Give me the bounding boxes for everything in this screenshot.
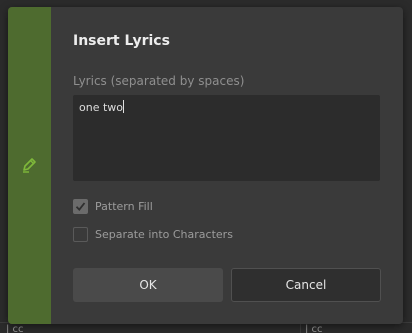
text-caret [123, 100, 125, 113]
separate-characters-option[interactable]: Separate into Characters [73, 227, 233, 242]
dialog-title: Insert Lyrics [73, 33, 170, 49]
dialog-accent-strip [8, 7, 51, 324]
lyrics-text: one two [79, 101, 124, 114]
cancel-button-label: Cancel [285, 278, 327, 292]
separate-characters-label: Separate into Characters [95, 228, 233, 241]
lyrics-field-label: Lyrics (separated by spaces) [73, 74, 245, 88]
ok-button-label: OK [139, 278, 157, 292]
background-label: | cc [305, 324, 323, 333]
ok-button[interactable]: OK [73, 268, 223, 302]
background-label: | cc [6, 324, 24, 333]
pattern-fill-label: Pattern Fill [95, 200, 153, 213]
pattern-fill-option[interactable]: Pattern Fill [73, 199, 153, 214]
pattern-fill-checkbox[interactable] [73, 199, 88, 214]
checkmark-icon [75, 202, 86, 211]
insert-lyrics-dialog: Insert Lyrics Lyrics (separated by space… [8, 7, 403, 324]
pencil-icon [23, 158, 36, 173]
cancel-button[interactable]: Cancel [231, 268, 381, 302]
separate-characters-checkbox[interactable] [73, 227, 88, 242]
lyrics-textarea[interactable]: one two [73, 95, 380, 181]
